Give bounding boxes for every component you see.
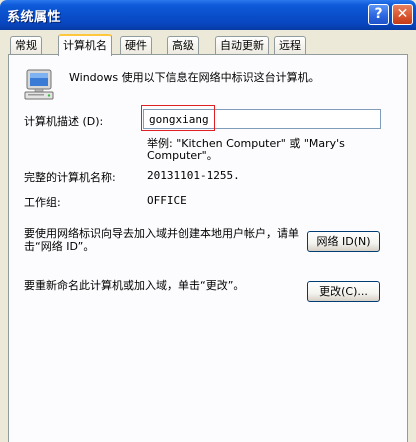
tab-hardware[interactable]: 硬件: [120, 36, 152, 54]
tab-automatic-updates[interactable]: 自动更新: [215, 36, 269, 54]
tab-advanced[interactable]: 高级: [167, 36, 199, 54]
tab-computer-name[interactable]: 计算机名: [58, 34, 112, 56]
workgroup-label: 工作组:: [24, 196, 61, 209]
tab-remote[interactable]: 远程: [274, 36, 306, 54]
computer-name-panel: Windows 使用以下信息在网络中标识这台计算机。 计算机描述 (D): 举例…: [8, 54, 408, 442]
full-name-label: 完整的计算机名称:: [24, 171, 116, 184]
window-title: 系统属性: [7, 10, 62, 25]
tab-general[interactable]: 常规: [10, 36, 42, 54]
computer-description-input[interactable]: [143, 109, 381, 129]
change-text: 要重新命名此计算机或加入域，单击“更改”。: [24, 279, 245, 292]
description-label: 计算机描述 (D):: [24, 115, 104, 128]
example-text: 举例: "Kitchen Computer" 或 "Mary's Compute…: [147, 137, 345, 162]
system-properties-window: 系统属性 ? ✕ 常规 计算机名 硬件 高级 自动更新 远程 Windows 使…: [0, 0, 416, 442]
intro-text: Windows 使用以下信息在网络中标识这台计算机。: [69, 71, 320, 84]
computer-icon: [24, 69, 54, 100]
network-id-text: 要使用网络标识向导去加入域并创建本地用户帐户，请单击“网络 ID”。: [24, 227, 299, 253]
help-button[interactable]: ?: [368, 4, 389, 25]
close-button[interactable]: ✕: [392, 4, 413, 25]
full-name-value: 20131101-1255.: [147, 169, 240, 182]
network-id-button[interactable]: 网络 ID(N): [307, 231, 380, 252]
title-bar[interactable]: 系统属性 ? ✕: [0, 0, 416, 30]
workgroup-value: OFFICE: [147, 194, 187, 207]
change-button[interactable]: 更改(C)...: [307, 281, 380, 302]
